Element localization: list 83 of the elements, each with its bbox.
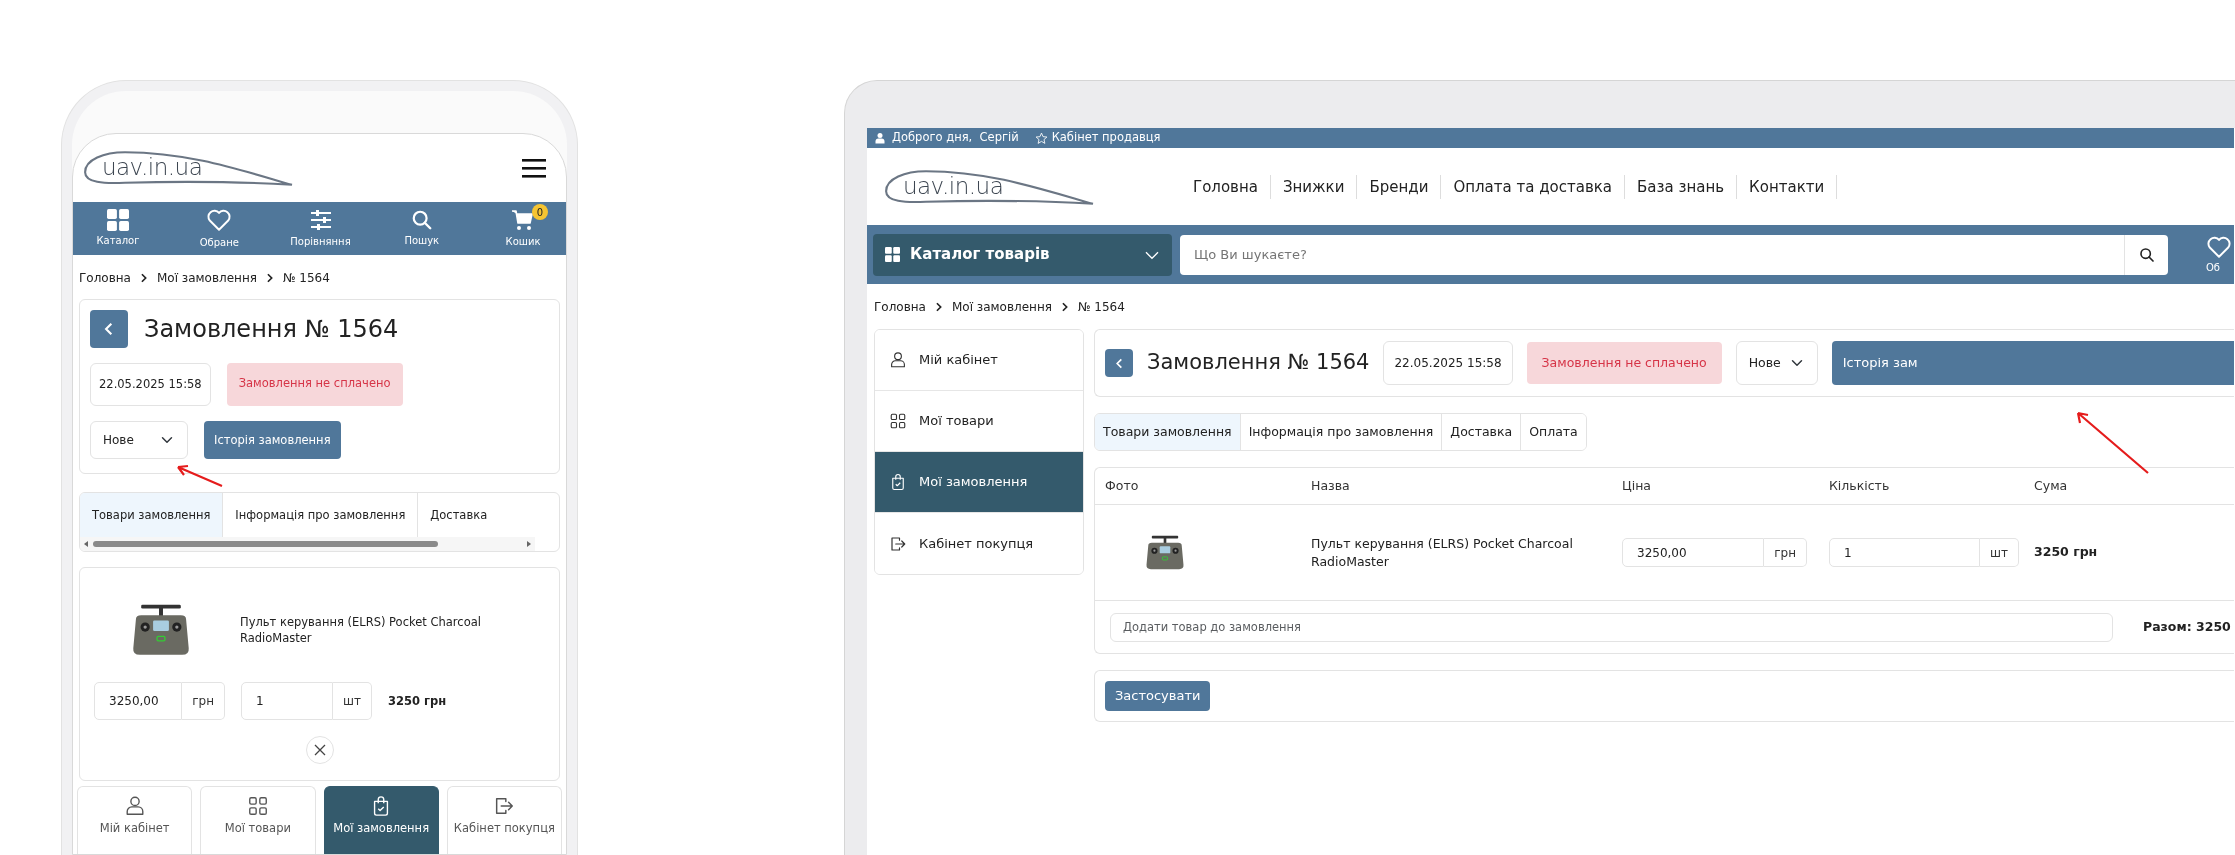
sliders-icon [308,208,333,232]
back-button[interactable] [1105,349,1133,377]
sidebar-item[interactable]: Мій кабінет [875,330,1083,391]
logout-icon [889,534,907,553]
account-nav-item[interactable]: Кабінет покупця [446,786,562,854]
search-icon [2138,246,2155,263]
order-history-button[interactable]: Історія замовлення [204,421,341,460]
currency-label: грн [1764,538,1807,567]
menu-link[interactable]: Бренди [1357,174,1442,199]
back-button[interactable] [90,310,128,348]
add-item-field[interactable]: Додати товар до замовлення [1110,612,2113,642]
search-button[interactable] [2124,234,2168,275]
breadcrumb-link[interactable]: Мої замовлення [951,298,1052,316]
user-icon [889,351,907,369]
order-total: Разом: 3250 [2143,617,2232,636]
account-nav-item[interactable]: Мої замовлення [323,786,439,854]
nav-item[interactable]: Каталог [83,209,153,248]
column-header: Назва [1311,476,1351,495]
quantity-field[interactable]: 1 [241,682,333,721]
horizontal-scrollbar[interactable] [80,537,535,552]
nav-item[interactable]: Обране [184,207,255,250]
order-history-button[interactable]: Історія зам [1831,341,2234,385]
order-date: 22.05.2025 15:58 [1383,341,1513,385]
cart-icon [511,208,535,232]
breadcrumb-link[interactable]: № 1564 [282,269,330,287]
unit-label: шт [1980,538,2019,567]
account-nav-item[interactable]: Мої товари [200,786,316,854]
close-icon [313,744,326,757]
payment-status-alert: Замовлення не сплачено [226,363,403,407]
product-name: Пульт керування (ELRS) Pocket Charcoal RadioMaster [1311,535,1574,570]
status-select[interactable]: Нове [1735,341,1818,385]
nav-item[interactable]: Пошук [386,209,457,248]
status-select[interactable]: Нове [90,421,188,460]
product-sum: 3250 грн [2034,543,2099,562]
order-date: 22.05.2025 15:58 [90,363,211,407]
grid-icon [889,412,907,430]
breadcrumb-link[interactable]: Головна [874,298,926,316]
search-icon [410,209,433,231]
menu-link[interactable]: Головна [1193,174,1271,199]
price-field[interactable]: 3250,00 [1622,538,1765,567]
pointer-arrow [174,462,224,488]
sidebar-item[interactable]: Мої замовлення [875,452,1083,513]
grid-icon [885,247,900,262]
order-title: Замовлення № 1564 [1147,349,1370,377]
order-title: Замовлення № 1564 [144,314,399,345]
product-sum: 3250 грн [388,692,447,710]
menu-link[interactable]: База знань [1625,174,1738,199]
product-name: Пульт керування (ELRS) Pocket Charcoal RadioMaster [240,614,482,647]
account-nav-item[interactable]: Мій кабінет [77,786,193,854]
user-icon [874,132,886,144]
heart-icon [206,207,233,233]
wishlist-link[interactable]: Об [2176,234,2234,275]
search-field[interactable]: Що Ви шукаєте? [1180,234,2124,275]
column-header: Ціна [1622,476,1652,495]
shopping-bag-icon [889,473,907,491]
currency-label: грн [182,682,225,721]
nav-item[interactable]: Порівняння [285,208,356,249]
breadcrumb-link[interactable]: Мої замовлення [156,269,257,287]
seller-cabinet-link[interactable]: Кабінет продавця [1034,129,1161,147]
apply-button[interactable]: Застосувати [1105,681,1211,711]
column-header: Кількість [1829,476,1891,495]
menu-link[interactable]: Оплата та доставка [1441,174,1625,199]
quantity-field[interactable]: 1 [1829,538,1980,567]
unit-label: шт [333,682,372,721]
order-tab[interactable]: Товари замовлення [1095,414,1241,450]
cart-count-badge: 0 [532,204,548,220]
breadcrumb-link[interactable]: № 1564 [1077,298,1125,316]
heart-icon [2206,234,2232,260]
payment-status-alert: Замовлення не сплачено [1526,341,1722,385]
column-header: Фото [1105,476,1140,495]
remove-button[interactable] [305,736,334,765]
catalog-button[interactable]: Каталог товарів [873,233,1172,276]
menu-link[interactable]: Контакти [1737,174,1838,199]
column-header: Сума [2034,476,2069,495]
menu-icon[interactable] [522,158,546,178]
breadcrumb-link[interactable]: Головна [79,269,131,287]
star-icon [1034,131,1048,145]
menu-link[interactable]: Знижки [1270,174,1358,199]
order-tab[interactable]: Товари замовлення [80,493,224,538]
grid-icon [107,209,129,231]
price-field[interactable]: 3250,00 [94,682,183,721]
grid-icon [246,795,269,818]
greeting-text: Доброго дня, Сергій [892,129,1019,147]
